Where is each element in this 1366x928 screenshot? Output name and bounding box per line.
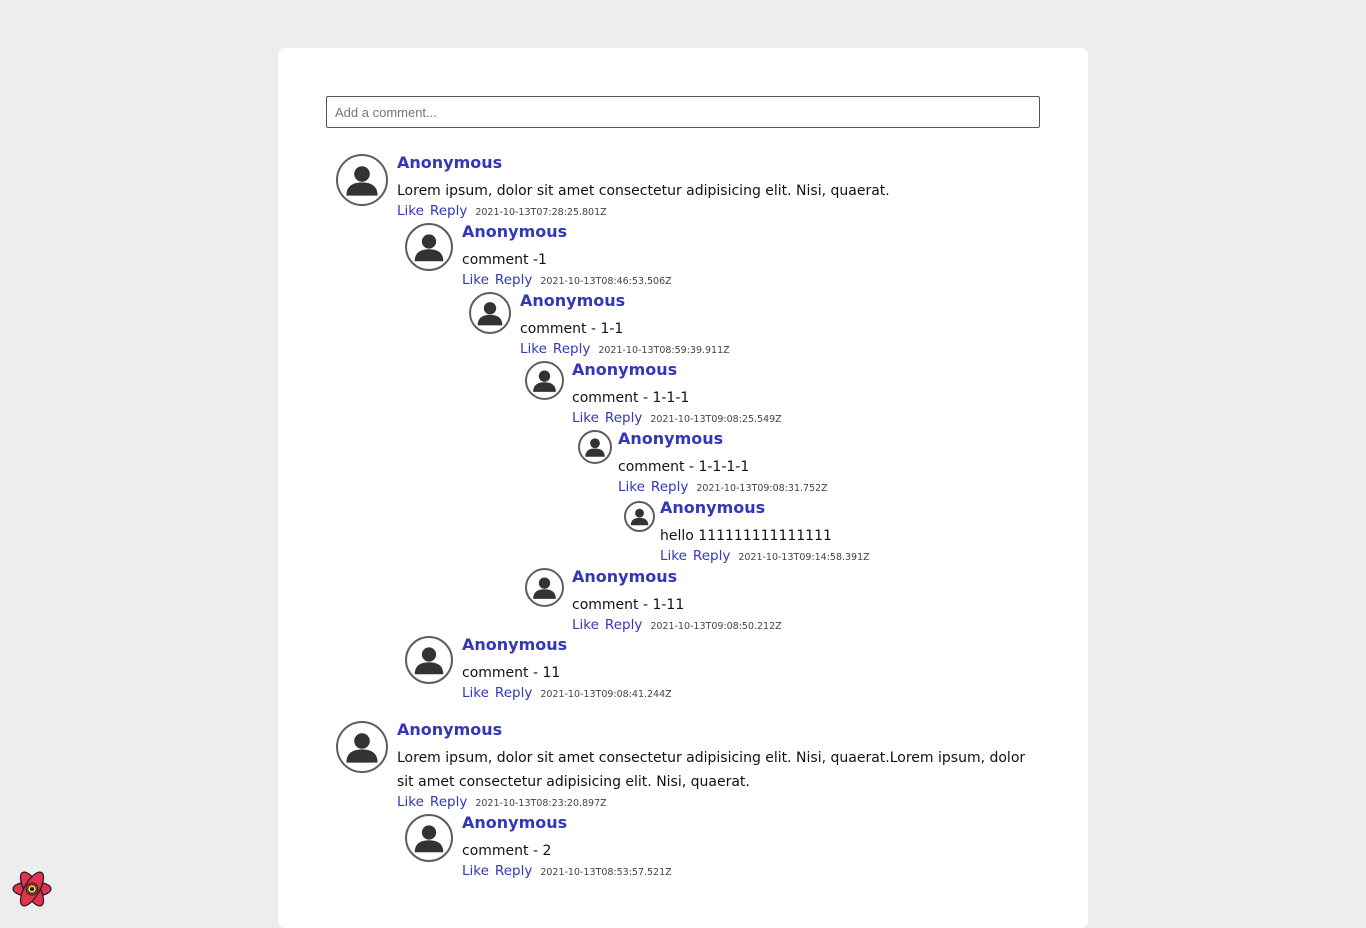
comment-author[interactable]: Anonymous (462, 814, 1002, 832)
comment-timestamp: 2021-10-13T09:14:58.391Z (738, 552, 870, 563)
reply-button[interactable]: Reply (430, 203, 467, 219)
reply-button[interactable]: Reply (553, 341, 590, 357)
avatar-icon (469, 292, 511, 334)
like-button[interactable]: Like (660, 548, 687, 564)
comment-text: comment - 2 (462, 843, 552, 859)
avatar-icon (405, 636, 453, 684)
comments-card: Anonymous Lorem ipsum, dolor sit amet co… (278, 48, 1088, 928)
comment-text: comment - 11 (462, 665, 561, 681)
comment-timestamp: 2021-10-13T08:59:39.911Z (598, 345, 730, 356)
reply-button[interactable]: Reply (495, 863, 532, 879)
comment-text: hello 111111111111111 (660, 528, 832, 544)
reply-button[interactable]: Reply (605, 617, 642, 633)
avatar-icon (405, 223, 453, 271)
avatar-icon (405, 814, 453, 862)
comment-text: Lorem ipsum, dolor sit amet consectetur … (397, 183, 890, 199)
comment-text: comment - 1-1-1 (572, 390, 690, 406)
like-button[interactable]: Like (397, 794, 424, 810)
avatar-icon (336, 154, 388, 206)
like-button[interactable]: Like (572, 617, 599, 633)
comment-author[interactable]: Anonymous (618, 430, 998, 448)
add-comment-input[interactable] (326, 96, 1040, 128)
avatar-icon (336, 721, 388, 773)
comment-author[interactable]: Anonymous (572, 568, 992, 586)
comment-timestamp: 2021-10-13T08:46:53.506Z (540, 276, 672, 287)
comment-timestamp: 2021-10-13T08:53:57.521Z (540, 867, 672, 878)
like-button[interactable]: Like (462, 685, 489, 701)
react-logo-icon[interactable] (11, 868, 53, 910)
comment-text: comment - 1-11 (572, 597, 685, 613)
like-button[interactable]: Like (572, 410, 599, 426)
comment-text: comment -1 (462, 252, 547, 268)
comment-author[interactable]: Anonymous (462, 223, 1002, 241)
comment-author[interactable]: Anonymous (660, 499, 1000, 517)
comment-text: Lorem ipsum, dolor sit amet consectetur … (397, 750, 1026, 790)
comment-text: comment - 1-1 (520, 321, 624, 337)
comment-author[interactable]: Anonymous (397, 721, 1042, 739)
reply-button[interactable]: Reply (495, 272, 532, 288)
avatar-icon (578, 430, 612, 464)
comment-timestamp: 2021-10-13T09:08:50.212Z (650, 621, 782, 632)
like-button[interactable]: Like (462, 272, 489, 288)
comment-timestamp: 2021-10-13T07:28:25.801Z (475, 207, 607, 218)
comment-author[interactable]: Anonymous (397, 154, 1036, 172)
avatar-icon (624, 501, 655, 532)
comment-author[interactable]: Anonymous (462, 636, 1002, 654)
like-button[interactable]: Like (462, 863, 489, 879)
reply-button[interactable]: Reply (495, 685, 532, 701)
reply-button[interactable]: Reply (430, 794, 467, 810)
reply-button[interactable]: Reply (693, 548, 730, 564)
avatar-icon (525, 361, 564, 400)
comment-timestamp: 2021-10-13T09:08:25.549Z (650, 414, 782, 425)
like-button[interactable]: Like (520, 341, 547, 357)
reply-button[interactable]: Reply (651, 479, 688, 495)
comment-timestamp: 2021-10-13T08:23:20.897Z (475, 798, 607, 809)
comment-author[interactable]: Anonymous (520, 292, 1000, 310)
comment-text: comment - 1-1-1-1 (618, 459, 750, 475)
comment-author[interactable]: Anonymous (572, 361, 992, 379)
comment-timestamp: 2021-10-13T09:08:41.244Z (540, 689, 672, 700)
like-button[interactable]: Like (397, 203, 424, 219)
like-button[interactable]: Like (618, 479, 645, 495)
reply-button[interactable]: Reply (605, 410, 642, 426)
avatar-icon (525, 568, 564, 607)
comment-timestamp: 2021-10-13T09:08:31.752Z (696, 483, 828, 494)
